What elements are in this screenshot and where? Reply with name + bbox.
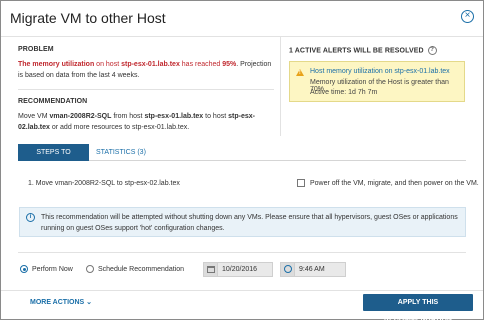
- perform-now-radio[interactable]: [20, 265, 28, 273]
- schedule-recommendation-radio[interactable]: [86, 265, 94, 273]
- power-off-checkbox[interactable]: [297, 179, 305, 187]
- time-value: 9:46 AM: [299, 266, 325, 273]
- problem-metric: The memory utilization: [18, 61, 95, 68]
- rec-vm: vman-2008R2-SQL: [49, 113, 112, 120]
- alerts-heading-text: 1 ACTIVE ALERTS WILL BE RESOLVED: [289, 47, 424, 55]
- alert-card: ! Host memory utilization on stp-esx-01.…: [289, 61, 465, 102]
- footer-divider: [1, 290, 483, 291]
- tab-steps-to-perform[interactable]: STEPS TO PERFORM: [18, 144, 89, 173]
- problem-heading: PROBLEM: [18, 46, 54, 53]
- problem-reached: has reached: [179, 61, 223, 68]
- calendar-icon: [204, 263, 218, 276]
- schedule-recommendation-label: Schedule Recommendation: [98, 266, 184, 273]
- warning-icon: !: [296, 69, 304, 76]
- alert-title-link[interactable]: Host memory utilization on stp-esx-01.la…: [310, 68, 450, 75]
- alerts-heading: 1 ACTIVE ALERTS WILL BE RESOLVED?: [289, 46, 437, 55]
- alert-active-time: Active time: 1d 7h 7m: [310, 89, 378, 96]
- recommendation-heading: RECOMMENDATION: [18, 98, 88, 105]
- recommendation-text: Move VM vman-2008R2-SQL from host stp-es…: [18, 111, 273, 133]
- date-value: 10/20/2016: [222, 266, 258, 273]
- more-actions-button[interactable]: MORE ACTIONS ⌄: [30, 298, 92, 306]
- info-text: This recommendation will be attempted wi…: [41, 214, 458, 232]
- step-item: 1. Move vman-2008R2-SQL to stp-esx-02.la…: [28, 180, 180, 187]
- perform-now-label: Perform Now: [32, 266, 73, 273]
- rec-p1: Move VM: [18, 113, 50, 120]
- dialog-header: Migrate VM to other Host ×: [1, 1, 483, 37]
- tab-statistics[interactable]: STATISTICS (3): [96, 144, 146, 161]
- problem-on-host: on host: [94, 61, 122, 68]
- info-icon: i: [26, 213, 35, 222]
- dialog-title: Migrate VM to other Host: [10, 10, 166, 26]
- help-icon[interactable]: ?: [427, 46, 437, 55]
- column-divider: [280, 37, 281, 136]
- problem-percent: 95%: [222, 61, 237, 68]
- problem-host: stp-esx-01.lab.tex: [121, 61, 180, 68]
- info-banner: i This recommendation will be attempted …: [19, 207, 466, 237]
- apply-recommendation-button[interactable]: APPLY THIS RECOMMENDATION: [363, 294, 473, 320]
- time-field[interactable]: 9:46 AM: [280, 262, 346, 277]
- schedule-divider: [18, 252, 466, 253]
- rec-p2: from host: [111, 113, 145, 120]
- power-off-label: Power off the VM, migrate, and then powe…: [310, 180, 479, 187]
- problem-text: The memory utilization on host stp-esx-0…: [18, 59, 273, 81]
- rec-p3: to host: [203, 113, 229, 120]
- rec-from-host: stp-esx-01.lab.tex: [144, 113, 204, 120]
- close-icon[interactable]: ×: [461, 10, 474, 23]
- date-field[interactable]: 10/20/2016: [203, 262, 273, 277]
- clock-icon: [281, 263, 295, 276]
- section-divider: [18, 89, 274, 90]
- migrate-vm-dialog: Migrate VM to other Host × PROBLEM The m…: [0, 0, 484, 320]
- rec-p4: or add more resources to stp-esx-01.lab.…: [49, 124, 190, 131]
